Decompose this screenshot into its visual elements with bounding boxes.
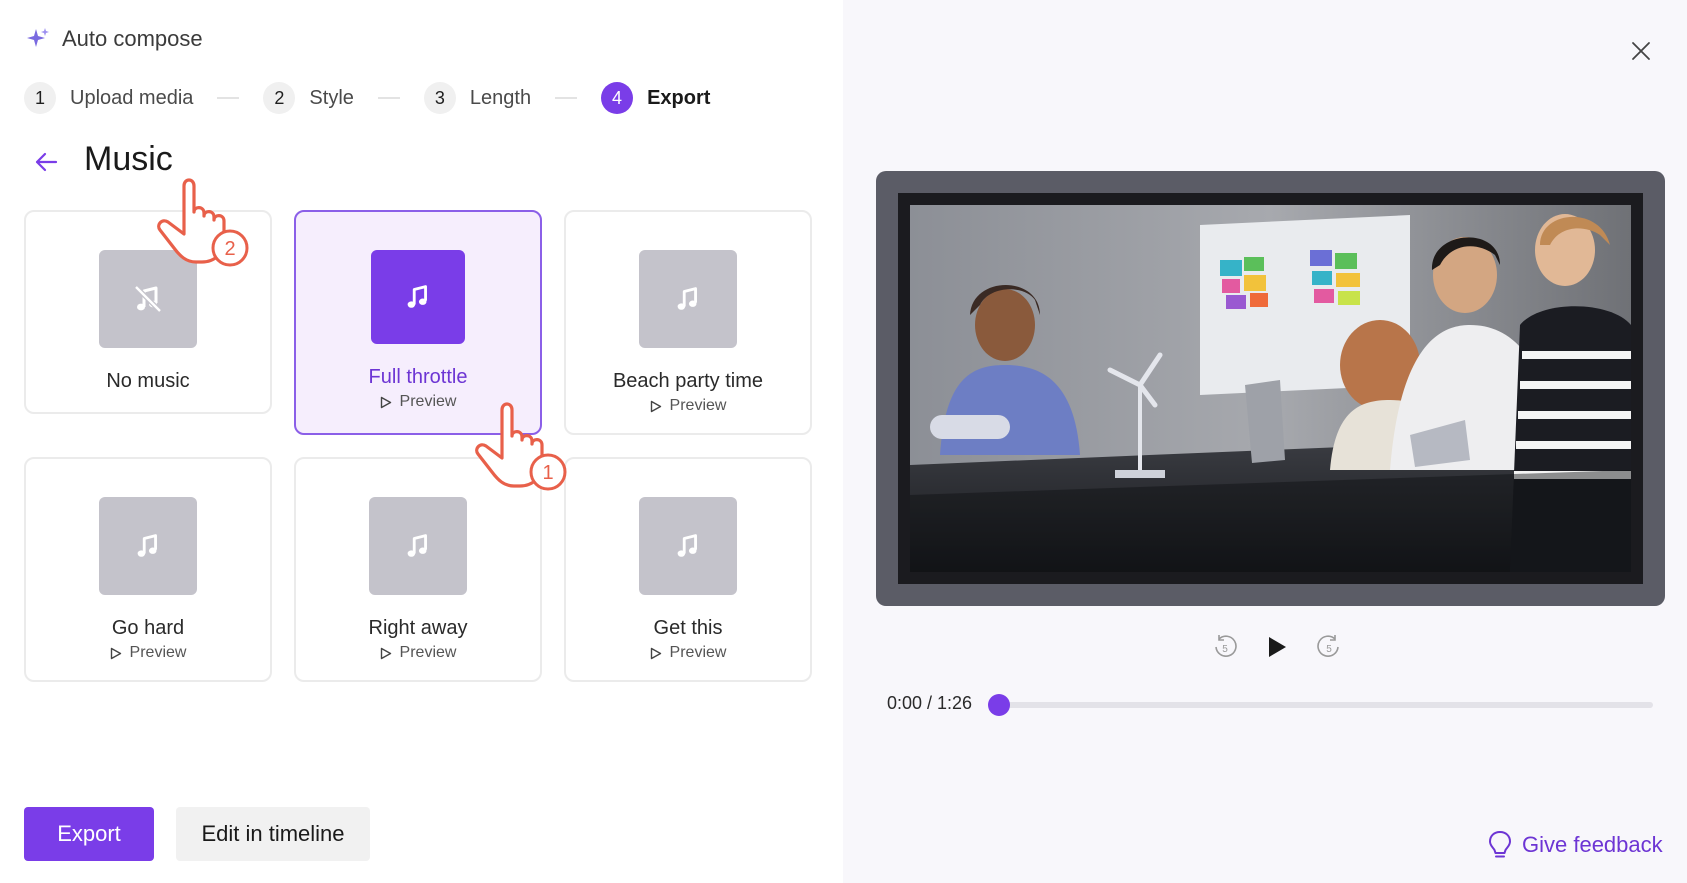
rewind-5-button[interactable]: 5 <box>1210 632 1240 662</box>
step-label: Export <box>647 86 711 109</box>
lightbulb-icon <box>1489 831 1511 858</box>
play-outline-icon <box>380 647 391 659</box>
play-outline-icon <box>650 647 661 659</box>
stepper: 1 Upload media 2 Style 3 Length 4 Export <box>24 80 710 116</box>
step-label: Upload media <box>70 86 194 109</box>
preview-label: Preview <box>669 397 727 414</box>
play-outline-icon <box>650 400 661 412</box>
rewind-5-icon: 5 <box>1215 635 1237 657</box>
step-divider <box>555 97 578 99</box>
music-option-go-hard[interactable]: Go hard Preview <box>24 457 272 682</box>
music-note-icon <box>407 285 427 308</box>
video-preview[interactable] <box>876 171 1665 606</box>
step-number: 1 <box>24 82 56 114</box>
play-icon <box>1269 637 1286 657</box>
preview-button[interactable]: Preview <box>110 644 187 662</box>
music-thumbnail <box>99 497 197 595</box>
play-outline-icon <box>110 647 121 659</box>
step-upload-media[interactable]: 1 Upload media <box>24 82 193 114</box>
music-note-icon <box>677 287 697 310</box>
music-off-icon <box>134 285 162 313</box>
seek-bar[interactable] <box>998 702 1653 708</box>
music-option-title: Get this <box>653 617 723 639</box>
music-note-icon <box>677 534 697 557</box>
music-grid: No music Full throttle Preview Beach par… <box>24 210 812 682</box>
step-export[interactable]: 4 Export <box>601 82 710 114</box>
edit-in-timeline-button[interactable]: Edit in timeline <box>176 807 370 861</box>
music-thumbnail <box>639 497 737 595</box>
step-divider <box>377 97 400 99</box>
playback-time: 0:00 / 1:26 <box>887 693 973 713</box>
hand-cursor-icon: 1 <box>475 402 567 491</box>
music-thumbnail <box>369 497 467 595</box>
compose-panel: Auto compose 1 Upload media 2 Style 3 Le… <box>0 0 843 883</box>
hand-cursor-icon: 2 <box>157 178 249 267</box>
preview-label: Preview <box>399 393 457 410</box>
music-thumbnail <box>639 250 737 348</box>
music-note-icon <box>407 534 427 557</box>
music-option-title: Full throttle <box>368 366 468 388</box>
forward-seconds: 5 <box>1326 644 1332 655</box>
step-number: 3 <box>423 82 456 114</box>
music-option-beach-party-time[interactable]: Beach party time Preview <box>564 210 812 435</box>
step-number: 2 <box>263 82 296 114</box>
playback-controls: 5 5 <box>1210 632 1344 662</box>
give-feedback-link[interactable]: Give feedback <box>1488 830 1663 860</box>
play-button[interactable] <box>1262 632 1292 662</box>
preview-button[interactable]: Preview <box>650 397 727 415</box>
video-frame-image <box>910 205 1631 572</box>
app-header: Auto compose <box>26 26 203 52</box>
music-option-get-this[interactable]: Get this Preview <box>564 457 812 682</box>
seek-handle[interactable] <box>988 694 1010 716</box>
preview-label: Preview <box>669 644 727 661</box>
give-feedback-label: Give feedback <box>1522 832 1663 857</box>
music-option-title: Right away <box>368 617 468 639</box>
music-option-title: Go hard <box>111 617 185 639</box>
preview-button[interactable]: Preview <box>650 644 727 662</box>
rewind-seconds: 5 <box>1222 644 1228 655</box>
step-length[interactable]: 3 Length <box>423 82 532 114</box>
step-number: 4 <box>601 82 634 114</box>
forward-5-button[interactable]: 5 <box>1314 632 1344 662</box>
preview-label: Preview <box>129 644 187 661</box>
sparkle-icon <box>27 28 49 47</box>
play-outline-icon <box>380 396 391 408</box>
forward-5-icon: 5 <box>1317 635 1339 657</box>
arrow-left-icon[interactable] <box>32 148 60 176</box>
music-option-title: Beach party time <box>612 370 764 392</box>
step-label: Length <box>469 86 532 109</box>
music-option-title: No music <box>106 370 190 392</box>
step-label: Style <box>309 86 354 109</box>
preview-button[interactable]: Preview <box>380 393 457 411</box>
step-divider <box>217 97 240 99</box>
preview-button[interactable]: Preview <box>380 644 457 662</box>
step-style[interactable]: 2 Style <box>263 82 354 114</box>
export-button[interactable]: Export <box>24 807 154 861</box>
preview-label: Preview <box>399 644 457 661</box>
app-title: Auto compose <box>62 26 203 51</box>
close-icon[interactable] <box>1628 38 1654 64</box>
video-border <box>898 193 1643 584</box>
cursor-step-label: 1 <box>542 462 553 484</box>
cursor-step-label: 2 <box>224 238 235 260</box>
music-thumbnail <box>371 250 465 344</box>
music-note-icon <box>137 534 157 557</box>
